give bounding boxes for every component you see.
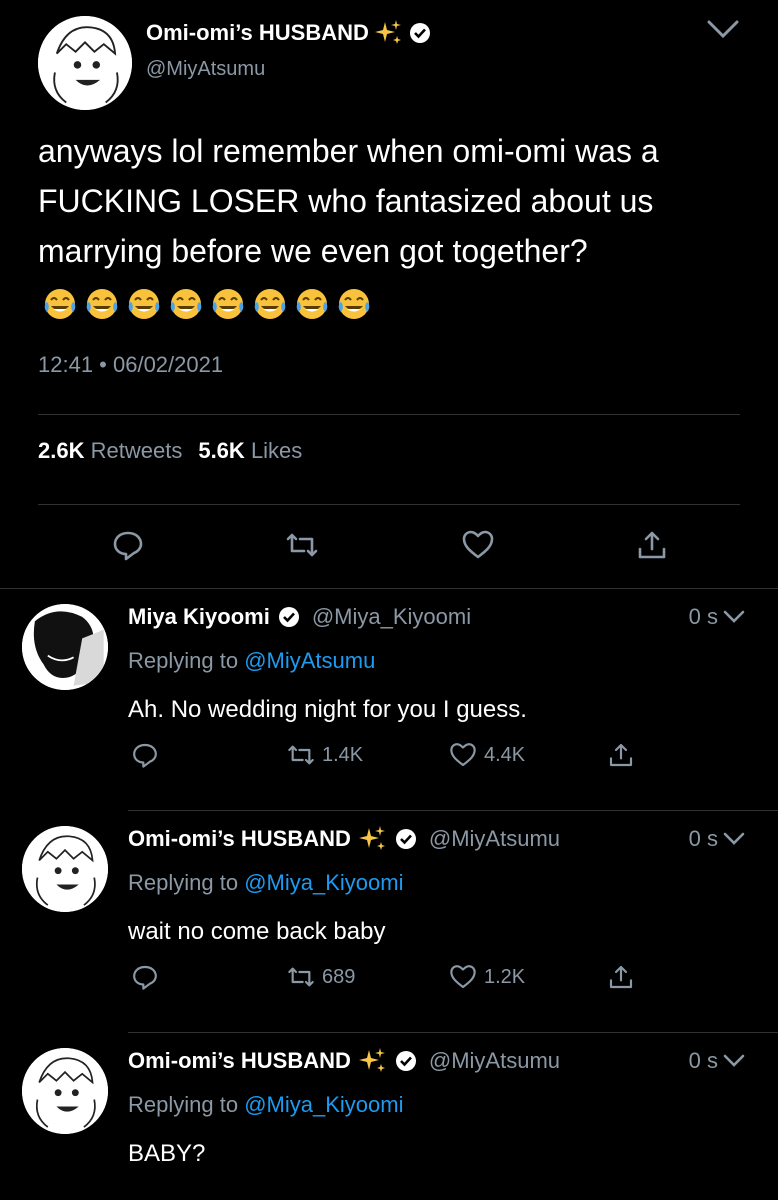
like-count: 4.4K <box>484 743 526 766</box>
retweet-button[interactable]: 689 <box>286 962 355 992</box>
emoji-group <box>42 286 372 322</box>
laughing-tears-emoji-icon <box>44 288 76 319</box>
laughing-tears-emoji-icon <box>86 288 118 319</box>
share-icon <box>609 743 633 767</box>
reply-icon <box>133 965 157 990</box>
like-count: 1.2K <box>484 965 526 988</box>
like-icon <box>450 965 476 989</box>
divider <box>38 504 740 505</box>
display-name[interactable]: Omi-omi’s HUSBAND <box>146 20 431 46</box>
sparkle-icon <box>358 1048 385 1072</box>
share-button[interactable] <box>606 740 636 770</box>
reply-header: Omi-omi’s HUSBAND @MiyAtsumu <box>128 826 560 852</box>
verified-badge-icon <box>395 829 416 849</box>
main-tweet: Omi-omi’s HUSBAND @MiyAtsumu anyways lol… <box>0 0 778 588</box>
display-name[interactable]: Omi-omi’s HUSBAND <box>128 826 351 852</box>
laughing-tears-emoji-icon <box>170 288 202 319</box>
tweet-text: anyways lol remember when omi-omi was a … <box>38 126 738 326</box>
handle[interactable]: @MiyAtsumu <box>429 1048 560 1074</box>
reply-time: 0 s <box>689 604 746 630</box>
replying-to: Replying to @Miya_Kiyoomi <box>128 870 404 895</box>
reply-icon <box>133 743 157 768</box>
handle[interactable]: @MiyAtsumu <box>429 826 560 852</box>
avatar[interactable] <box>22 604 108 690</box>
chevron-down-icon[interactable] <box>703 14 743 44</box>
laughing-tears-emoji-icon <box>212 288 244 319</box>
laughing-tears-emoji-icon <box>338 288 370 319</box>
laughing-tears-emoji-icon <box>128 288 160 319</box>
likes-stat[interactable]: 5.6K Likes <box>198 438 302 464</box>
reply-header: Omi-omi’s HUSBAND @MiyAtsumu <box>128 1048 560 1074</box>
avatar[interactable] <box>22 1048 108 1134</box>
handle[interactable]: @MiyAtsumu <box>146 58 265 81</box>
retweet-count: 1.4K <box>322 743 364 766</box>
laughing-tears-emoji-icon <box>254 288 286 319</box>
retweet-icon <box>288 745 314 765</box>
reply-button[interactable] <box>130 740 160 770</box>
display-name[interactable]: Omi-omi’s HUSBAND <box>128 1048 351 1074</box>
reply-tweet[interactable]: Miya Kiyoomi @Miya_Kiyoomi 0 s Replying to … <box>0 590 778 812</box>
divider <box>128 1032 778 1033</box>
share-button[interactable] <box>606 962 636 992</box>
display-name[interactable]: Miya Kiyoomi <box>128 604 270 630</box>
mention-link[interactable]: @Miya_Kiyoomi <box>244 1092 403 1117</box>
reply-text: Ah. No wedding night for you I guess. <box>128 696 527 723</box>
retweet-icon <box>288 967 314 987</box>
mention-link[interactable]: @MiyAtsumu <box>244 648 375 673</box>
reply-tweet[interactable]: Omi-omi’s HUSBAND @MiyAtsumu 0 s Replying t… <box>0 1034 778 1200</box>
share-icon <box>609 965 633 989</box>
replying-to: Replying to @Miya_Kiyoomi <box>128 1092 404 1117</box>
engagement-stats: 2.6K Retweets 5.6K Likes <box>38 438 302 464</box>
like-button[interactable]: 1.2K <box>448 962 525 992</box>
handle[interactable]: @Miya_Kiyoomi <box>312 604 471 630</box>
retweet-button[interactable]: 1.4K <box>286 740 363 770</box>
chevron-down-icon[interactable] <box>722 830 746 848</box>
share-icon[interactable] <box>634 527 670 563</box>
reply-button[interactable] <box>130 962 160 992</box>
avatar[interactable] <box>38 16 132 110</box>
avatar[interactable] <box>22 826 108 912</box>
reply-text: BABY? <box>128 1140 206 1167</box>
reply-icon[interactable] <box>110 527 146 563</box>
reply-time: 0 s <box>689 826 746 852</box>
retweet-count: 689 <box>322 965 356 988</box>
replying-to: Replying to @MiyAtsumu <box>128 648 376 673</box>
like-icon[interactable] <box>460 527 496 563</box>
reply-action-bar: 689 1.2K <box>0 962 778 994</box>
laughing-tears-emoji-icon <box>296 288 328 319</box>
retweet-icon[interactable] <box>284 527 320 563</box>
verified-badge-icon <box>278 607 299 627</box>
reply-action-bar: 1.4K 4.4K <box>0 740 778 772</box>
sparkle-icon <box>374 20 401 44</box>
timestamp[interactable]: 12:41 • 06/02/2021 <box>38 352 223 378</box>
like-icon <box>450 743 476 767</box>
verified-badge-icon <box>395 1051 416 1071</box>
sparkle-icon <box>358 826 385 850</box>
divider <box>128 810 778 811</box>
retweets-stat[interactable]: 2.6K Retweets <box>38 438 182 464</box>
chevron-down-icon[interactable] <box>722 1052 746 1070</box>
mention-link[interactable]: @Miya_Kiyoomi <box>244 870 403 895</box>
reply-header: Miya Kiyoomi @Miya_Kiyoomi <box>128 604 471 630</box>
verified-badge-icon <box>409 23 430 43</box>
divider <box>0 588 778 589</box>
reply-tweet[interactable]: Omi-omi’s HUSBAND @MiyAtsumu 0 s Replying t… <box>0 812 778 1034</box>
reply-text: wait no come back baby <box>128 918 386 945</box>
chevron-down-icon[interactable] <box>722 608 746 626</box>
like-button[interactable]: 4.4K <box>448 740 525 770</box>
reply-time: 0 s <box>689 1048 746 1074</box>
divider <box>38 414 740 415</box>
